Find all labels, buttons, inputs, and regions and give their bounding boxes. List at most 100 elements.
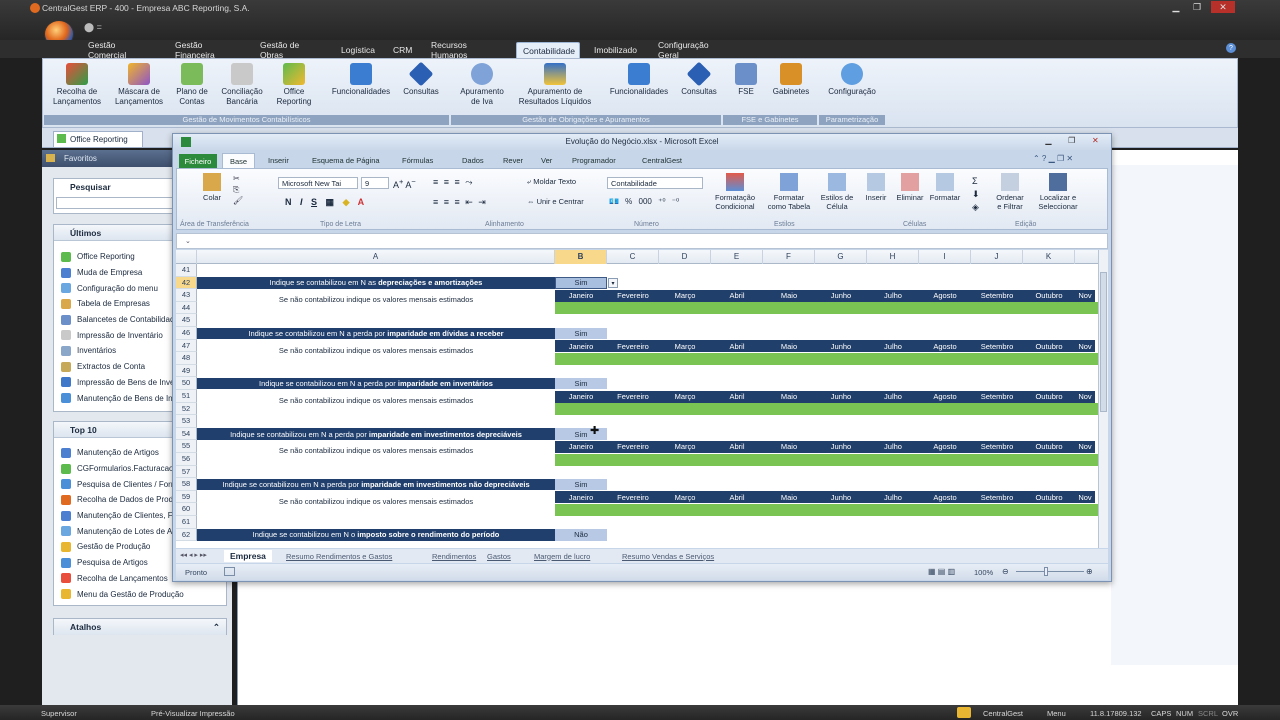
configuracao-button[interactable]: Configuração	[822, 63, 882, 97]
excel-help-icons[interactable]: ⌃ ? ▁ ❐ ✕	[1033, 154, 1073, 163]
expand-icon[interactable]: ⌄	[185, 237, 191, 245]
month-cell[interactable]: Outubro	[1023, 391, 1075, 403]
month-cell[interactable]: Março	[659, 290, 711, 302]
values-input-row[interactable]	[555, 352, 1098, 365]
align-buttons-2[interactable]: ≡ ≡ ≡ ⇤ ⇥	[433, 197, 486, 208]
main-tab[interactable]: Logística	[335, 42, 375, 58]
values-input-row[interactable]	[555, 503, 1098, 516]
month-cell[interactable]: Abril	[711, 290, 763, 302]
month-cell[interactable]: Junho	[815, 391, 867, 403]
question-row[interactable]: Indique se contabilizou em N a perda por…	[197, 478, 555, 491]
row-header[interactable]: 45	[176, 314, 197, 327]
row-header[interactable]: 44	[176, 301, 197, 315]
excel-tab[interactable]: Esquema de Página	[305, 153, 387, 168]
excel-tab[interactable]: Dados	[455, 153, 491, 168]
month-cell[interactable]: Outubro	[1023, 491, 1075, 503]
month-cell[interactable]: Julho	[867, 491, 919, 503]
row-header[interactable]: 48	[176, 352, 197, 365]
month-cell[interactable]: Agosto	[919, 290, 971, 302]
values-input-row[interactable]	[555, 403, 1098, 416]
values-input-row[interactable]	[555, 302, 1098, 315]
answer-cell[interactable]: Não	[555, 529, 607, 541]
wrap-text-button[interactable]: ⤶ Moldar Texto	[527, 177, 576, 187]
question-row[interactable]: Indique se contabilizou em N a perda por…	[197, 428, 555, 440]
row-header[interactable]: 41	[176, 264, 197, 277]
zoom-out-icon[interactable]: ⊖	[1002, 567, 1009, 576]
row-header[interactable]: 49	[176, 364, 197, 378]
main-tab[interactable]: CRM	[387, 42, 415, 58]
month-cell[interactable]: Janeiro	[555, 290, 607, 302]
collapse-icon[interactable]: ⌃	[213, 622, 220, 633]
month-cell[interactable]: Julho	[867, 391, 919, 403]
month-cell[interactable]: Julho	[867, 441, 919, 453]
zoom-in-icon[interactable]: ⊕	[1086, 567, 1093, 576]
month-cell[interactable]: Outubro	[1023, 441, 1075, 453]
month-cell[interactable]: Agosto	[919, 491, 971, 503]
view-buttons[interactable]: ▦ ▤ ▥	[928, 567, 955, 576]
question-row[interactable]: Indique se contabilizou em N o imposto s…	[197, 529, 555, 541]
month-cell[interactable]: Maio	[763, 441, 815, 453]
select-all-corner[interactable]	[176, 250, 197, 264]
document-tab-office-reporting[interactable]: Office Reporting	[53, 131, 143, 148]
month-cell[interactable]: Fevereiro	[607, 391, 659, 403]
excel-window-controls[interactable]: ▁ ❐ ✕	[1037, 136, 1107, 148]
spreadsheet-grid[interactable]: ABCDEFGHIJK 41 42 43 44 45 46 47 48 49 50 51 52 53 54…	[176, 250, 1098, 548]
month-cell[interactable]: Janeiro	[555, 441, 607, 453]
atalhos-header[interactable]: Atalhos ⌃	[54, 619, 226, 635]
sheet-nav-icons[interactable]: ◂◂ ◂ ▸ ▸▸	[180, 551, 207, 559]
month-cell[interactable]: Abril	[711, 441, 763, 453]
conciliacao-bancaria-button[interactable]: Conciliação Bancária	[216, 63, 268, 107]
month-cell[interactable]: Fevereiro	[607, 340, 659, 352]
column-header[interactable]: B	[555, 250, 607, 264]
row-header[interactable]: 62	[176, 528, 197, 542]
row-header[interactable]: 46	[176, 327, 197, 340]
row-header[interactable]: 59	[176, 490, 197, 504]
month-cell[interactable]: Agosto	[919, 391, 971, 403]
row-header[interactable]: 56	[176, 453, 197, 466]
month-cell[interactable]: Abril	[711, 340, 763, 352]
main-tab[interactable]: Contabilidade	[516, 42, 580, 58]
row-header[interactable]: 61	[176, 516, 197, 529]
number-format-field[interactable]: Contabilidade	[607, 177, 703, 189]
row-header[interactable]: 50	[176, 377, 197, 390]
format-table-button[interactable]: Formatar como Tabela	[763, 173, 815, 211]
month-cell[interactable]: Março	[659, 491, 711, 503]
month-cell[interactable]: Maio	[763, 391, 815, 403]
values-input-row[interactable]	[555, 453, 1098, 466]
fse-button[interactable]: FSE	[728, 63, 764, 97]
zoom-slider[interactable]	[1016, 571, 1084, 572]
month-cell[interactable]: Maio	[763, 290, 815, 302]
cell-styles-button[interactable]: Estilos de Célula	[815, 173, 859, 211]
main-tab[interactable]: Recursos Humanos	[425, 40, 511, 60]
column-header[interactable]: I	[919, 250, 971, 264]
paste-button[interactable]: Colar	[203, 173, 221, 202]
excel-tab[interactable]: Rever	[496, 153, 530, 168]
month-cell[interactable]: Setembro	[971, 441, 1023, 453]
apuramento-resultados-button[interactable]: Apuramento de Resultados Líquidos	[512, 63, 598, 107]
month-cell[interactable]: Março	[659, 441, 711, 453]
formula-bar[interactable]	[176, 233, 1108, 249]
help-icon[interactable]: ?	[1226, 43, 1236, 53]
apuramento-iva-button[interactable]: Apuramento de Iva	[454, 63, 510, 107]
close-icon[interactable]: ✕	[1092, 136, 1099, 148]
excel-tab[interactable]: Fórmulas	[395, 153, 440, 168]
answer-cell[interactable]: Sim	[555, 377, 607, 390]
month-cell[interactable]: Setembro	[971, 391, 1023, 403]
excel-tab[interactable]: Inserir	[261, 153, 296, 168]
font-size-field[interactable]: 9	[361, 177, 389, 189]
row-header[interactable]: 43	[176, 289, 197, 302]
column-header[interactable]: J	[971, 250, 1023, 264]
month-cell[interactable]: Setembro	[971, 340, 1023, 352]
row-header[interactable]: 55	[176, 440, 197, 453]
row-header[interactable]: 53	[176, 415, 197, 428]
list-item[interactable]: Menu da Gestão de Produção	[54, 586, 226, 602]
month-cell[interactable]: Julho	[867, 340, 919, 352]
excel-tab[interactable]: Programador	[565, 153, 623, 168]
funcionalidades-button-2[interactable]: Funcionalidades	[604, 63, 674, 97]
row-header[interactable]: 54	[176, 427, 197, 441]
row-header[interactable]: 52	[176, 402, 197, 416]
folder-icon[interactable]	[957, 707, 971, 718]
month-cell[interactable]: Abril	[711, 491, 763, 503]
maximize-icon[interactable]: ❐	[1187, 1, 1207, 13]
month-cell[interactable]: Junho	[815, 290, 867, 302]
